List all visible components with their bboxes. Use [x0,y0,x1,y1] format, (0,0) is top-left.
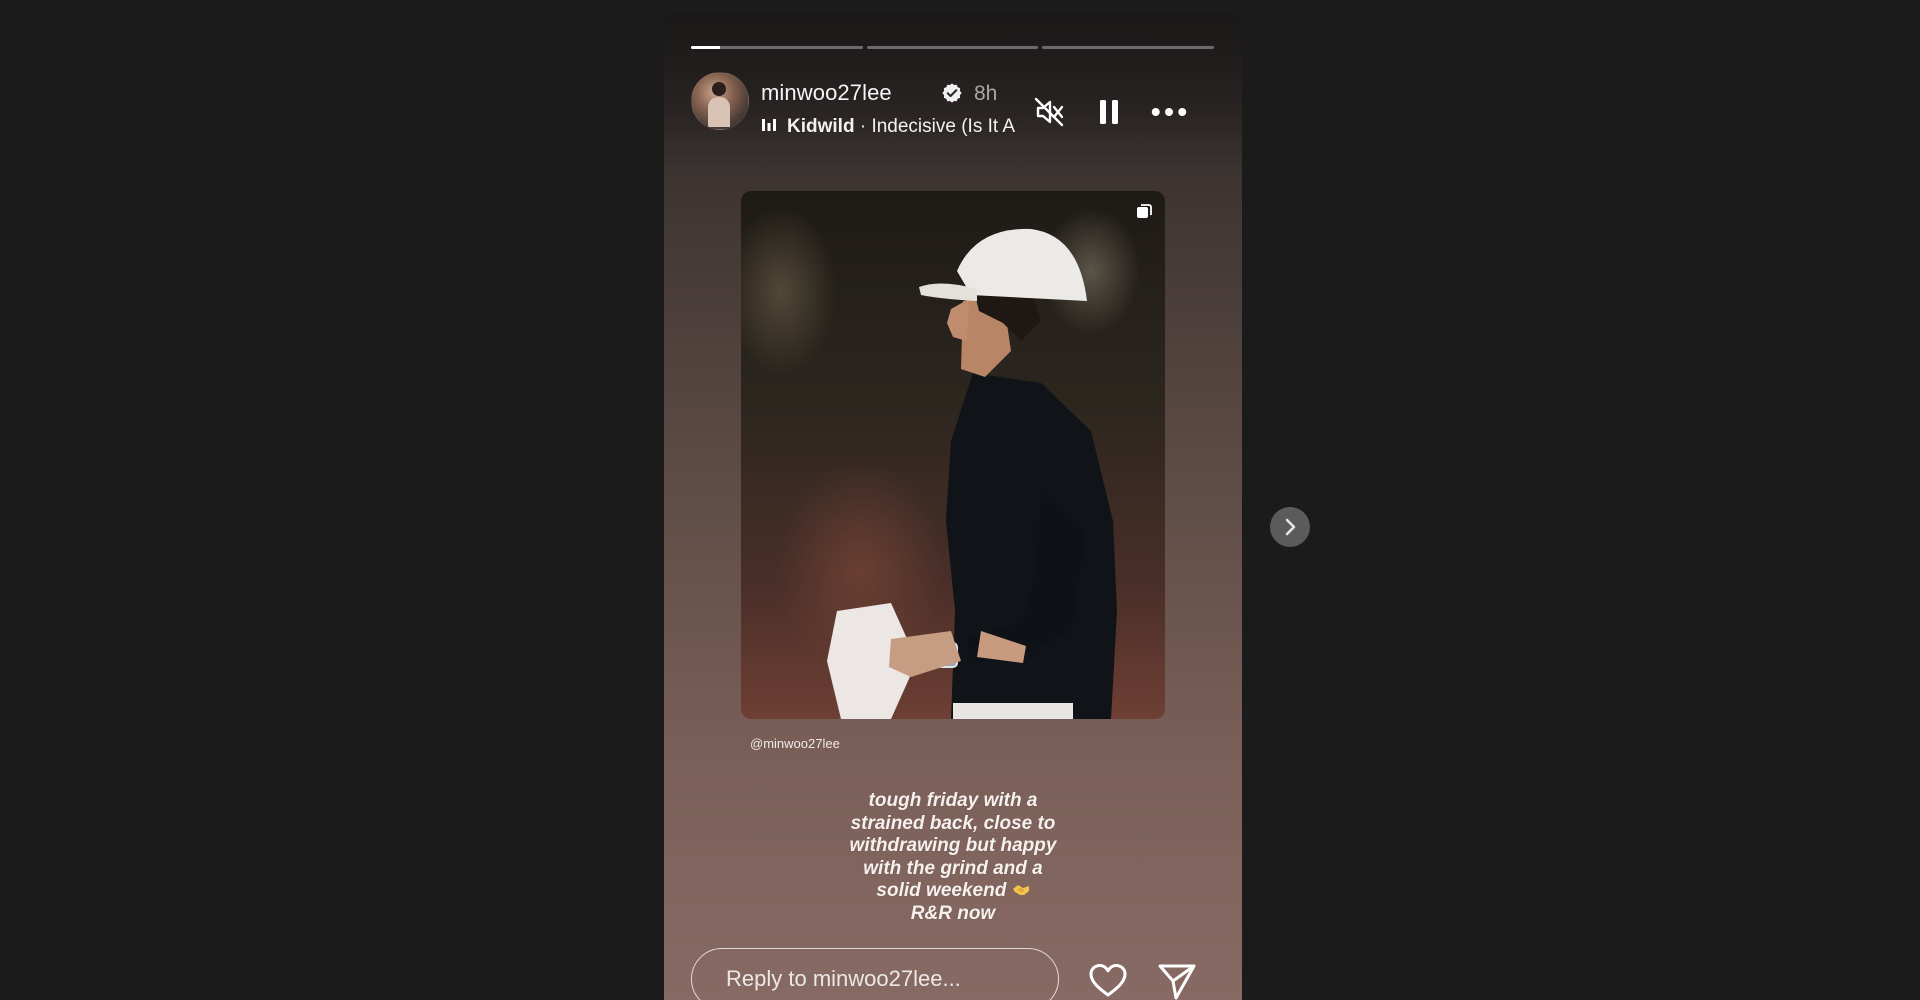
more-options-icon [1151,108,1187,116]
send-button[interactable] [1156,960,1198,1000]
verified-badge-icon [942,83,962,103]
music-separator: · [854,116,872,137]
heart-icon [1089,964,1127,997]
avatar-figure-body [708,97,730,127]
username[interactable]: minwoo27lee [761,80,892,106]
reply-bar [691,936,1214,1000]
like-button[interactable] [1087,960,1129,1000]
send-paper-plane-icon [1158,964,1196,1000]
golfer-photo [827,228,1117,719]
carousel-icon [1137,204,1152,218]
music-track: Indecisive (Is It A [871,116,1016,137]
shared-post-image[interactable] [741,191,1165,719]
story-caption: tough friday with a strained back, close… [803,790,1103,925]
next-story-button[interactable] [1270,507,1310,547]
post-time: 8h [974,82,998,105]
music-attribution[interactable]: Kidwild · Indecisive (Is It A [761,116,1019,142]
story-header: minwoo27lee 8h Kidwild · Indecisive (Is … [691,72,1214,137]
handshake-emoji-icon [1012,885,1029,895]
avatar-figure-head [712,82,726,96]
progress-fill [691,46,721,49]
progress-segment [866,46,1039,49]
music-artist: Kidwild [787,116,855,137]
caption-last-line: R&R now [910,902,996,924]
more-options-button[interactable] [1151,94,1187,130]
mute-button[interactable] [1031,94,1067,130]
progress-segment [1042,46,1215,49]
progress-segment [691,46,863,49]
story-viewer: minwoo27lee 8h Kidwild · Indecisive (Is … [0,0,1920,1000]
pause-icon [1100,100,1118,124]
reply-input[interactable] [691,948,1059,1000]
chevron-right-icon [1285,518,1296,536]
story-card[interactable]: minwoo27lee 8h Kidwild · Indecisive (Is … [664,12,1242,1000]
pause-button[interactable] [1091,94,1127,130]
speaker-muted-icon [1034,97,1064,127]
story-progress-bar [691,46,1215,50]
music-bars-icon [762,119,776,131]
avatar[interactable] [691,72,749,130]
story-controls [1031,94,1187,130]
mention-sticker[interactable]: @minwoo27lee [750,736,840,751]
